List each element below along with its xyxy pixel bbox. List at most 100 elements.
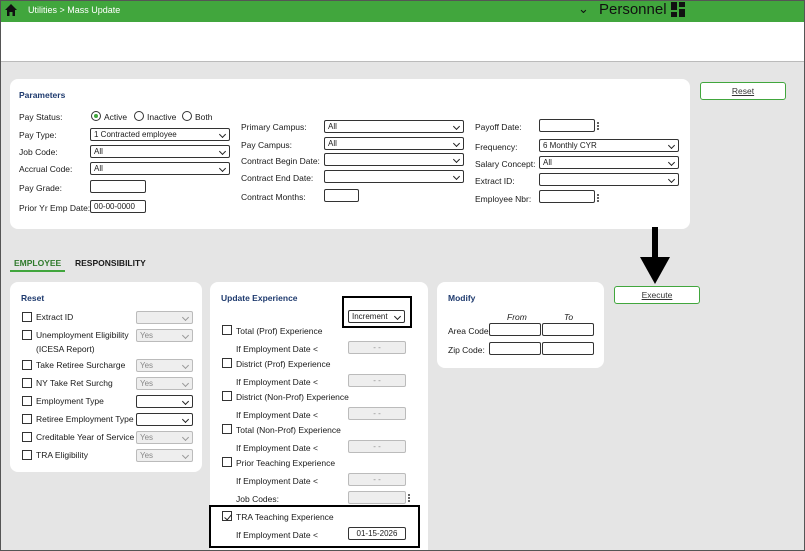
app-title: Personnel <box>599 1 667 18</box>
contract-begin-date-label: Contract Begin Date: <box>241 156 320 166</box>
total-prof-experience-label: Total (Prof) Experience <box>236 326 323 336</box>
unemployment-eligibility-sublabel: (ICESA Report) <box>36 344 95 354</box>
employment-type-select[interactable] <box>136 395 193 408</box>
salary-concept-label: Salary Concept: <box>475 159 536 169</box>
increment-highlight <box>342 296 412 328</box>
reset-panel-title: Reset <box>21 293 45 303</box>
pay-grade-input[interactable] <box>90 180 146 193</box>
total-prof-date-label: If Employment Date < <box>236 344 318 354</box>
creditable-year-of-service-select: Yes <box>136 431 193 444</box>
payoff-date-label: Payoff Date: <box>475 122 522 132</box>
contract-months-label: Contract Months: <box>241 192 306 202</box>
frequency-select[interactable]: 6 Monthly CYR <box>539 139 679 152</box>
extract-id-select[interactable] <box>539 173 679 186</box>
creditable-year-of-service-label: Creditable Year of Service <box>36 432 135 442</box>
take-retiree-surcharge-select: Yes <box>136 359 193 372</box>
payoff-date-menu-icon[interactable] <box>597 122 600 131</box>
district-non-prof-experience-label: District (Non-Prof) Experience <box>236 392 349 402</box>
pay-type-label: Pay Type: <box>19 130 57 140</box>
district-prof-date-label: If Employment Date < <box>236 377 318 387</box>
total-non-prof-date-input: - - <box>348 440 406 453</box>
contract-begin-date-select[interactable] <box>324 153 464 166</box>
top-bar: Utilities > Mass Update ⌄ Personnel <box>0 0 805 22</box>
district-prof-experience-label: District (Prof) Experience <box>236 359 331 369</box>
job-codes-label: Job Codes: <box>236 494 279 504</box>
prior-yr-emp-date-input[interactable]: 00-00-0000 <box>90 200 146 213</box>
total-non-prof-experience-checkbox[interactable] <box>222 424 232 434</box>
employment-type-label: Employment Type <box>36 396 104 406</box>
accrual-code-select[interactable]: All <box>90 162 230 175</box>
prior-teaching-experience-checkbox[interactable] <box>222 457 232 467</box>
tra-eligibility-checkbox[interactable] <box>22 450 32 460</box>
employee-nbr-input[interactable] <box>539 190 595 203</box>
employee-nbr-label: Employee Nbr: <box>475 194 532 204</box>
home-icon[interactable] <box>4 3 18 17</box>
tab-responsibility[interactable]: RESPONSIBILITY <box>75 258 146 268</box>
app-menu-icon[interactable] <box>671 2 685 17</box>
pay-status-active-label: Active <box>104 112 128 122</box>
pay-status-both-radio[interactable] <box>182 111 192 121</box>
take-retiree-surcharge-checkbox[interactable] <box>22 360 32 370</box>
employment-type-checkbox[interactable] <box>22 396 32 406</box>
employee-nbr-menu-icon[interactable] <box>597 194 600 203</box>
pay-type-select[interactable]: 1 Contracted employee <box>90 128 230 141</box>
pay-campus-select[interactable]: All <box>324 137 464 150</box>
pay-status-inactive-radio[interactable] <box>134 111 144 121</box>
extract-id-checkbox[interactable] <box>22 312 32 322</box>
district-non-prof-date-label: If Employment Date < <box>236 410 318 420</box>
primary-campus-select[interactable]: All <box>324 120 464 133</box>
execute-button[interactable]: Execute <box>614 286 700 304</box>
total-prof-experience-checkbox[interactable] <box>222 325 232 335</box>
tra-eligibility-label: TRA Eligibility <box>36 450 88 460</box>
ny-take-ret-surchg-label: NY Take Ret Surchg <box>36 378 113 388</box>
ny-take-ret-surchg-checkbox[interactable] <box>22 378 32 388</box>
zip-code-from-input[interactable] <box>489 342 541 355</box>
unemployment-eligibility-label: Unemployment Eligibility <box>36 330 129 340</box>
creditable-year-of-service-checkbox[interactable] <box>22 432 32 442</box>
unemployment-eligibility-checkbox[interactable] <box>22 330 32 340</box>
retiree-employment-type-select[interactable] <box>136 413 193 426</box>
salary-concept-select[interactable]: All <box>539 156 679 169</box>
job-code-label: Job Code: <box>19 147 58 157</box>
contract-end-date-select[interactable] <box>324 170 464 183</box>
frequency-label: Frequency: <box>475 142 518 152</box>
pay-status-both-label: Both <box>195 112 213 122</box>
payoff-date-input[interactable] <box>539 119 595 132</box>
zip-code-to-input[interactable] <box>542 342 594 355</box>
down-arrow-icon <box>640 227 670 284</box>
district-non-prof-experience-checkbox[interactable] <box>222 391 232 401</box>
district-prof-experience-checkbox[interactable] <box>222 358 232 368</box>
total-non-prof-date-label: If Employment Date < <box>236 443 318 453</box>
reset-button[interactable]: Reset <box>700 82 786 100</box>
modify-title: Modify <box>448 293 476 303</box>
zip-code-label: Zip Code: <box>448 345 485 355</box>
parameters-title: Parameters <box>19 90 66 100</box>
job-code-select[interactable]: All <box>90 145 230 158</box>
extract-id-label: Extract ID: <box>475 176 515 186</box>
pay-campus-label: Pay Campus: <box>241 140 293 150</box>
tra-experience-highlight <box>209 505 420 548</box>
contract-months-input[interactable] <box>324 189 359 202</box>
primary-campus-label: Primary Campus: <box>241 122 307 132</box>
chevron-down-icon[interactable]: ⌄ <box>578 1 589 17</box>
tra-eligibility-select: Yes <box>136 449 193 462</box>
to-column-label: To <box>564 312 574 322</box>
pay-status-label: Pay Status: <box>19 112 63 122</box>
retiree-employment-type-checkbox[interactable] <box>22 414 32 424</box>
area-code-from-input[interactable] <box>489 323 541 336</box>
retiree-employment-type-label: Retiree Employment Type <box>36 414 134 424</box>
district-prof-date-input: - - <box>348 374 406 387</box>
toolbar-area <box>0 22 805 62</box>
breadcrumb[interactable]: Utilities > Mass Update <box>28 5 120 15</box>
job-codes-input <box>348 491 406 504</box>
prior-teaching-date-label: If Employment Date < <box>236 476 318 486</box>
pay-status-active-radio[interactable] <box>91 111 101 121</box>
tab-employee[interactable]: EMPLOYEE <box>10 258 66 272</box>
job-codes-menu-icon[interactable] <box>408 494 411 503</box>
unemployment-eligibility-select: Yes <box>136 329 193 342</box>
total-prof-date-input: - - <box>348 341 406 354</box>
area-code-to-input[interactable] <box>542 323 594 336</box>
total-non-prof-experience-label: Total (Non-Prof) Experience <box>236 425 341 435</box>
pay-status-inactive-label: Inactive <box>147 112 177 122</box>
parameters-panel: Parameters Pay Status: Active Inactive B… <box>10 79 690 229</box>
